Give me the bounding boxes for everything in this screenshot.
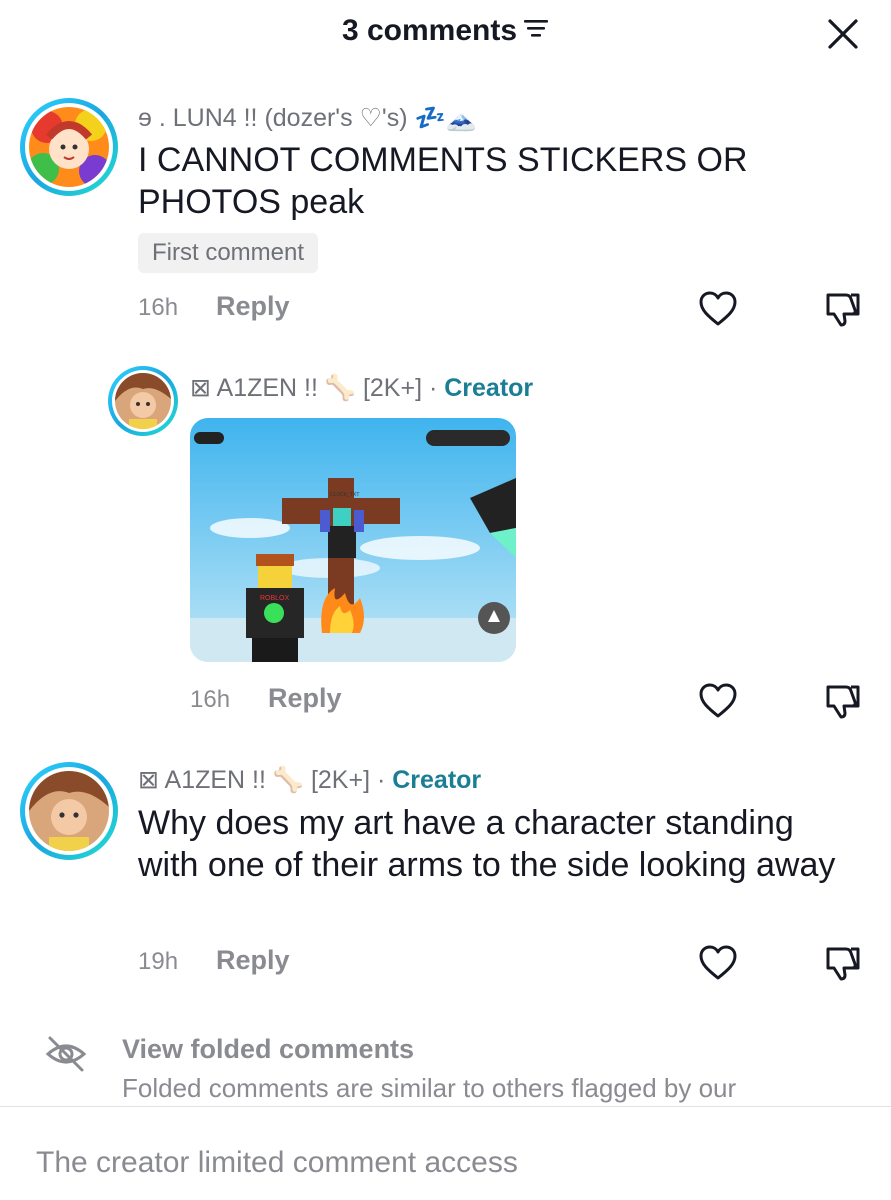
comment-photo[interactable]: CLOCK_TXT ROBLOX [190,418,516,662]
heart-icon[interactable] [698,290,738,333]
dislike-icon[interactable] [822,290,862,333]
comment-username[interactable]: ɘ . LUN4 !! (dozer's ♡'s) 💤🗻 [138,103,477,133]
creator-label: Creator [392,766,482,794]
comment-time: 16h [190,686,231,713]
comment-time: 16h [138,294,179,321]
creator-label: Creator [444,374,534,402]
heart-icon[interactable] [698,944,738,987]
username-label: ⊠ A1ZEN !! 🦴 [2K+] · [190,374,438,402]
photo-nametag: CLOCK_TXT [330,492,359,498]
limited-access-notice: The creator limited comment access [36,1146,518,1179]
avatar[interactable] [108,366,178,436]
eye-slash-icon [44,1034,88,1079]
reply-button[interactable]: Reply [268,683,342,714]
heart-icon[interactable] [698,682,738,725]
dislike-icon[interactable] [822,682,862,725]
avatar[interactable] [20,762,118,860]
comments-count-title[interactable]: 3 comments [0,14,891,48]
comment-username[interactable]: ⊠ A1ZEN !! 🦴 [2K+] · Creator [190,373,533,403]
reply-button[interactable]: Reply [216,945,290,976]
first-comment-badge: First comment [138,233,319,273]
avatar[interactable] [20,98,118,196]
comments-count-label: 3 comments [341,14,518,47]
comment-text: Why does my art have a character standin… [138,804,836,884]
view-folded-comments-link[interactable]: View folded comments [122,1034,414,1065]
username-label: ⊠ A1ZEN !! 🦴 [2K+] · [138,766,386,794]
reply-button[interactable]: Reply [216,291,290,322]
folded-comments-description: Folded comments are similar to others fl… [122,1073,737,1103]
dislike-icon[interactable] [822,944,862,987]
comment-time: 19h [138,948,179,975]
comment-text: I CANNOT COMMENTS STICKERS OR PHOTOS pea… [138,141,748,221]
photo-shirt-text: ROBLOX [260,595,290,602]
comments-header: 3 comments [0,0,891,72]
comment-username[interactable]: ⊠ A1ZEN !! 🦴 [2K+] · Creator [138,765,481,795]
close-icon[interactable] [827,18,859,50]
sort-icon[interactable] [523,13,549,47]
